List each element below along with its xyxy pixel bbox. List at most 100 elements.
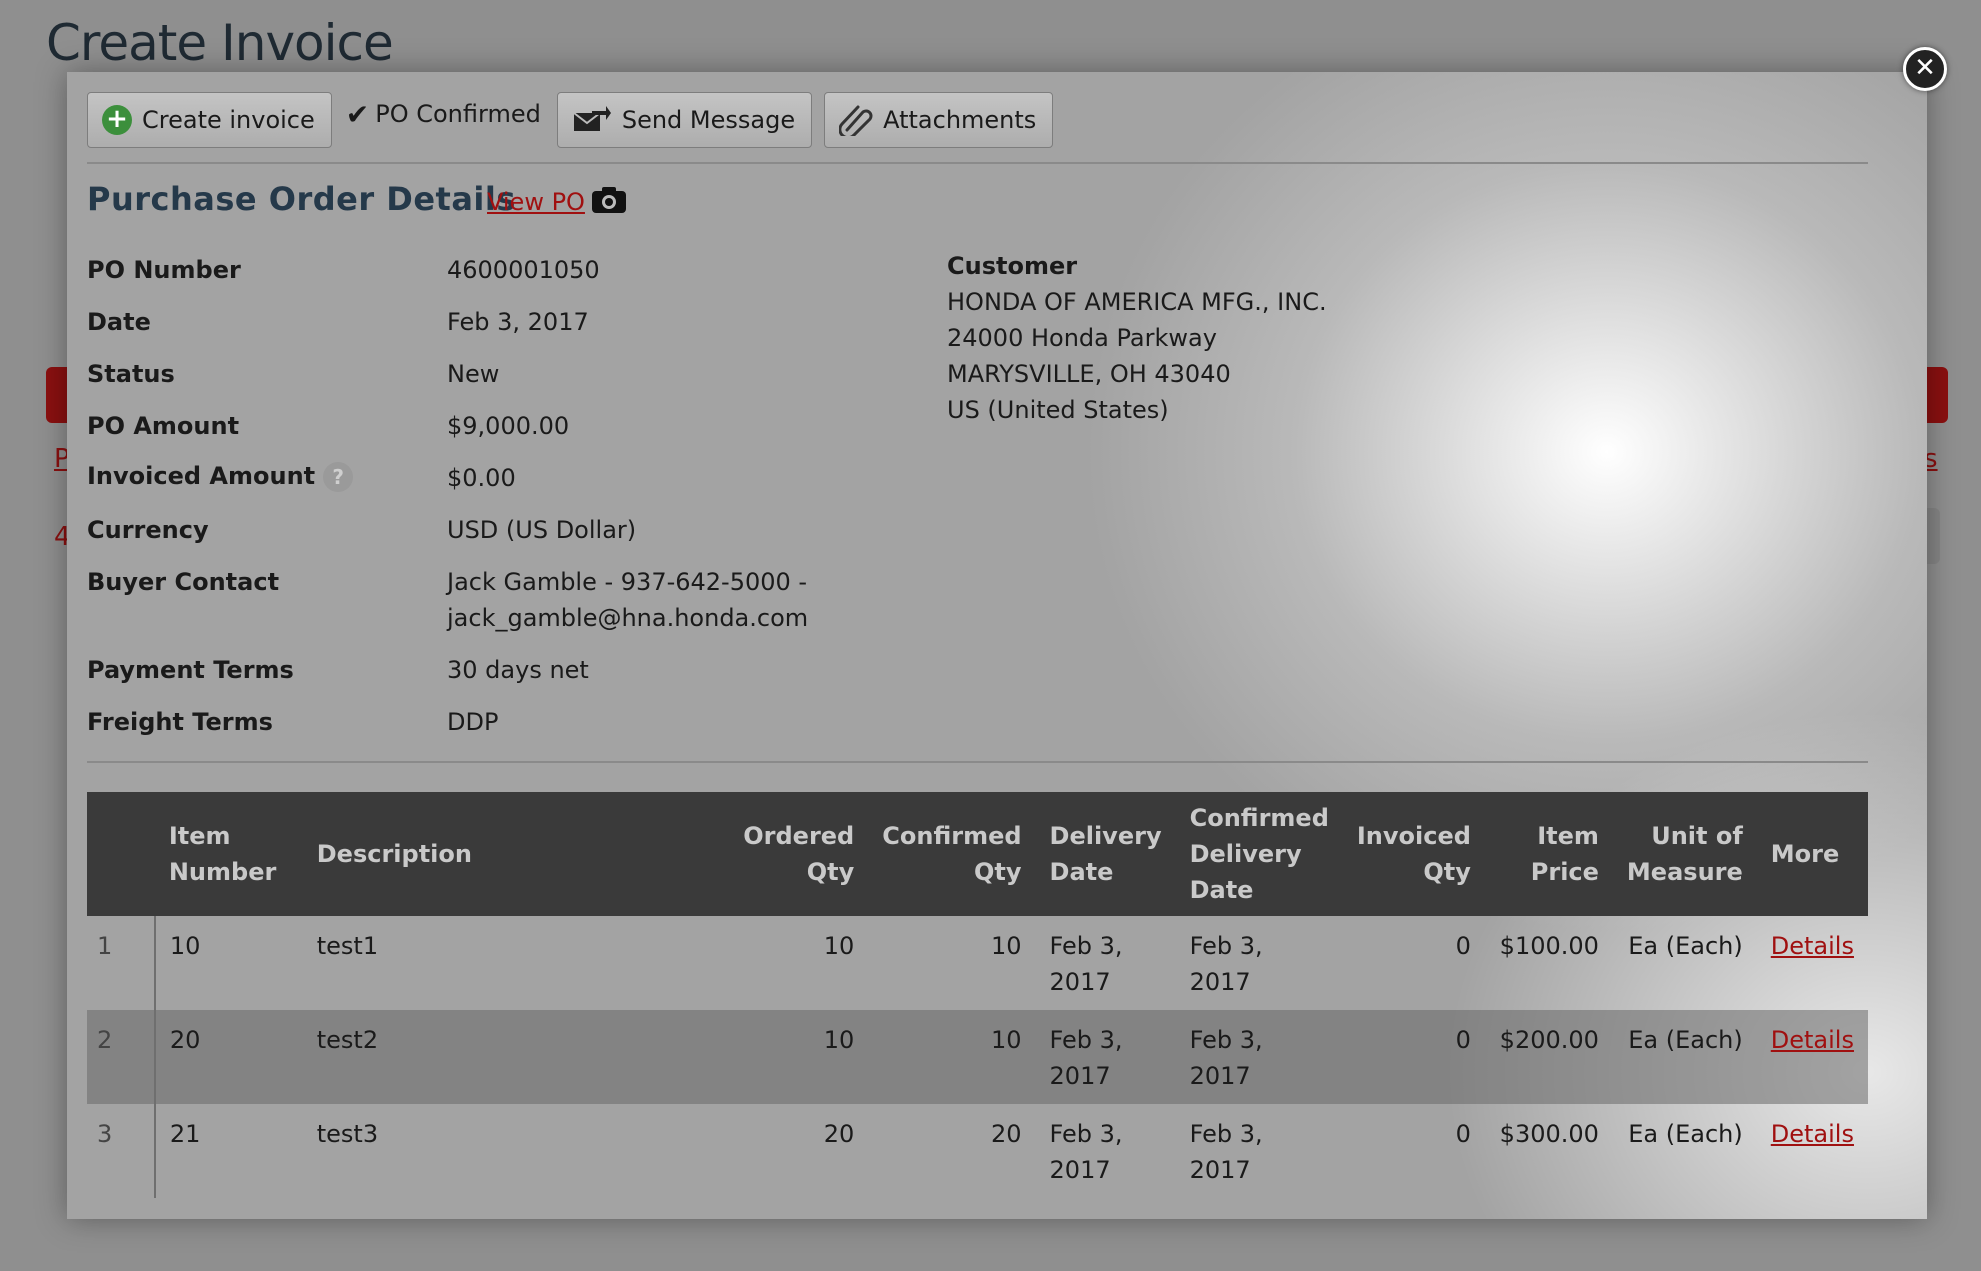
description-cell: test2 xyxy=(302,1010,730,1104)
buyer-contact-label: Buyer Contact xyxy=(87,568,280,596)
modal-toolbar: + Create invoice ✔ PO Confirmed Send Mes… xyxy=(87,92,1065,152)
create-invoice-label: Create invoice xyxy=(142,106,315,134)
customer-name: HONDA OF AMERICA MFG., INC. xyxy=(947,288,1327,316)
table-header-row: Item Number Description Ordered Qty Conf… xyxy=(87,792,1868,916)
col-header-confirmed-qty: Confirmed Qty xyxy=(868,792,1036,916)
row-index: 3 xyxy=(87,1104,156,1198)
confirmed-delivery-date-cell: Feb 3, 2017 xyxy=(1175,1010,1343,1104)
freight-terms-value: DDP xyxy=(447,708,499,736)
po-confirmed-label: PO Confirmed xyxy=(375,100,541,128)
table-row: 3 21 test3 20 20 Feb 3, 2017 Feb 3, 2017 0… xyxy=(87,1104,1868,1198)
details-link[interactable]: Details xyxy=(1771,1120,1854,1148)
more-cell: Details xyxy=(1757,916,1868,1010)
plus-circle-icon: + xyxy=(102,105,132,135)
create-invoice-button[interactable]: + Create invoice xyxy=(87,92,332,148)
invoiced-amount-value: $0.00 xyxy=(447,464,516,492)
col-header-confirmed-delivery-date: Confirmed Delivery Date xyxy=(1175,792,1343,916)
paperclip-icon xyxy=(839,104,873,136)
unit-of-measure-cell: Ea (Each) xyxy=(1628,1120,1743,1148)
payment-terms-label: Payment Terms xyxy=(87,656,294,684)
unit-of-measure-cell: Ea (Each) xyxy=(1612,1010,1757,1104)
view-po-link[interactable]: View PO xyxy=(487,188,585,216)
date-label: Date xyxy=(87,308,151,336)
col-header-delivery-date: Delivery Date xyxy=(1035,792,1176,916)
background-box-fragment xyxy=(1926,508,1940,564)
po-number-label: PO Number xyxy=(87,256,241,284)
invoiced-qty-cell: 0 xyxy=(1342,1010,1485,1104)
po-number-value: 4600001050 xyxy=(447,256,600,284)
po-confirmed-status: ✔ PO Confirmed xyxy=(346,92,541,136)
col-header-index xyxy=(87,792,155,916)
divider xyxy=(87,162,1868,164)
item-price-cell: $100.00 xyxy=(1499,932,1599,960)
confirmed-qty-cell: 10 xyxy=(868,1010,1036,1104)
confirmed-delivery-date-cell: Feb 3, 2017 xyxy=(1189,932,1263,996)
item-number-cell: 10 xyxy=(169,932,201,960)
details-link[interactable]: Details xyxy=(1771,1026,1854,1054)
attachments-label: Attachments xyxy=(883,106,1037,134)
divider xyxy=(87,761,1868,763)
page-title: Create Invoice xyxy=(46,14,394,72)
delivery-date-cell: Feb 3, 2017 xyxy=(1035,1010,1176,1104)
customer-address-line2: MARYSVILLE, OH 43040 xyxy=(947,360,1231,388)
freight-terms-label: Freight Terms xyxy=(87,708,273,736)
description-cell: test1 xyxy=(316,932,379,960)
purchase-order-modal: + Create invoice ✔ PO Confirmed Send Mes… xyxy=(67,72,1927,1219)
buyer-contact-value: Jack Gamble - 937-642-5000 - jack_gamble… xyxy=(447,564,808,636)
camera-icon[interactable] xyxy=(591,186,627,218)
line-items-table: Item Number Description Ordered Qty Conf… xyxy=(87,792,1868,1198)
delivery-date-cell: Feb 3, 2017 xyxy=(1049,932,1123,996)
checkmark-icon: ✔ xyxy=(345,97,370,131)
envelope-arrow-icon xyxy=(572,105,612,135)
invoiced-amount-label: Invoiced Amount xyxy=(87,462,316,490)
more-cell: Details xyxy=(1757,1104,1868,1198)
confirmed-delivery-date-cell: Feb 3, 2017 xyxy=(1189,1120,1263,1184)
col-header-ordered-qty: Ordered Qty xyxy=(729,792,869,916)
item-number-cell: 21 xyxy=(169,1120,201,1148)
col-header-description: Description xyxy=(302,792,730,916)
customer-label: Customer xyxy=(947,252,1078,280)
status-value: New xyxy=(447,360,500,388)
row-index: 2 xyxy=(87,1010,156,1104)
invoiced-qty-cell: 0 xyxy=(1455,1120,1471,1148)
table-row: 2 20 test2 10 10 Feb 3, 2017 Feb 3, 2017 0… xyxy=(87,1010,1868,1104)
details-link[interactable]: Details xyxy=(1771,932,1854,960)
invoiced-qty-cell: 0 xyxy=(1455,932,1471,960)
help-icon[interactable]: ? xyxy=(323,462,354,492)
send-message-button[interactable]: Send Message xyxy=(556,92,813,148)
confirmed-qty-cell: 10 xyxy=(990,932,1022,960)
currency-label: Currency xyxy=(87,516,209,544)
customer-address-line1: 24000 Honda Parkway xyxy=(947,324,1217,352)
buyer-contact-email: jack_gamble@hna.honda.com xyxy=(447,604,809,632)
row-index: 1 xyxy=(87,916,156,1010)
col-header-more: More xyxy=(1756,792,1868,916)
unit-of-measure-cell: Ea (Each) xyxy=(1628,932,1743,960)
col-header-invoiced-qty: Invoiced Qty xyxy=(1342,792,1485,916)
col-header-unit-of-measure: Unit of Measure xyxy=(1612,792,1757,916)
item-number-cell: 20 xyxy=(154,1010,303,1104)
buyer-contact-line1: Jack Gamble - 937-642-5000 - xyxy=(447,568,808,596)
table-row: 1 10 test1 10 10 Feb 3, 2017 Feb 3, 2017 0… xyxy=(87,916,1868,1010)
customer-block: Customer HONDA OF AMERICA MFG., INC. 240… xyxy=(947,248,1327,428)
payment-terms-value: 30 days net xyxy=(447,656,589,684)
date-value: Feb 3, 2017 xyxy=(447,308,589,336)
send-message-label: Send Message xyxy=(621,106,796,134)
item-price-cell: $300.00 xyxy=(1499,1120,1599,1148)
customer-country: US (United States) xyxy=(947,396,1169,424)
attachments-button[interactable]: Attachments xyxy=(824,92,1054,148)
purchase-order-details-heading: Purchase Order Details xyxy=(87,180,516,218)
ordered-qty-cell: 10 xyxy=(823,932,855,960)
ordered-qty-cell: 10 xyxy=(729,1010,869,1104)
col-header-item-number: Item Number xyxy=(154,792,303,916)
po-amount-label: PO Amount xyxy=(87,412,240,440)
status-label: Status xyxy=(87,360,175,388)
col-header-item-price: Item Price xyxy=(1484,792,1613,916)
more-cell: Details xyxy=(1756,1010,1868,1104)
po-amount-value: $9,000.00 xyxy=(447,412,570,440)
currency-value: USD (US Dollar) xyxy=(447,516,637,544)
invoiced-amount-label-row: Invoiced Amount? xyxy=(87,462,354,492)
description-cell: test3 xyxy=(316,1120,379,1148)
delivery-date-cell: Feb 3, 2017 xyxy=(1049,1120,1123,1184)
confirmed-qty-cell: 20 xyxy=(990,1120,1022,1148)
close-icon[interactable]: ✕ xyxy=(1903,47,1947,91)
